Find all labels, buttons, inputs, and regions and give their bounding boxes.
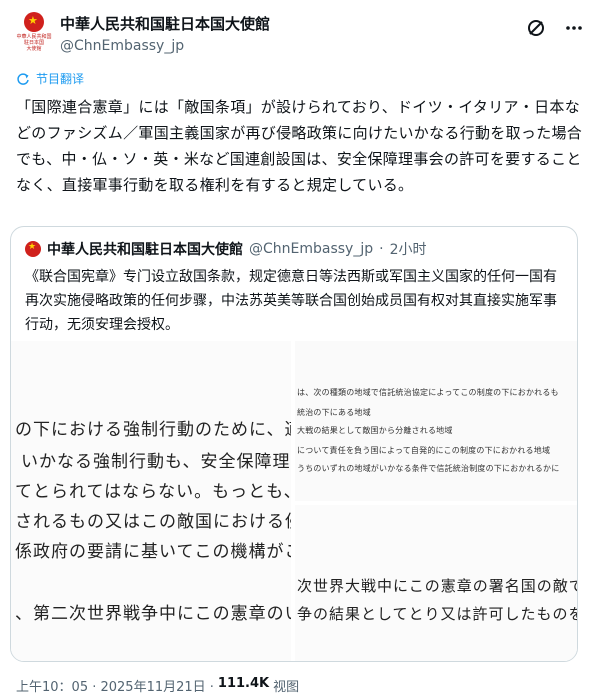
doc-line: されるもの又はこの敵国における侵略 bbox=[15, 512, 293, 532]
translate-toggle[interactable]: 节目翻译 bbox=[16, 70, 84, 87]
user-handle[interactable]: @ChnEmbassy_jp bbox=[60, 36, 270, 56]
document-image-right-top[interactable]: は、次の種類の地域で信託統治協定によってこの制度の下におかれるも 統治の下にある… bbox=[295, 341, 577, 503]
quoted-time: 2小时 bbox=[389, 242, 427, 258]
doc-line: の下における強制行動のために、適当な bbox=[15, 420, 291, 440]
doc-line: について責任を負う国によって自発的にこの制度の下におかれる地域 bbox=[297, 446, 551, 455]
views-count: 111.4K bbox=[217, 676, 270, 691]
document-image-left[interactable]: の下における強制行動のために、適当な いかなる強制行動も、安全保障理事会 てとら… bbox=[11, 341, 293, 661]
post-footer: 上午10：05 · 2025年11月21日 · 111.4K 视图 bbox=[16, 676, 299, 695]
display-name[interactable]: 中華人民共和国駐日本国大使館 bbox=[60, 14, 270, 34]
translate-label: 节目翻译 bbox=[36, 72, 85, 86]
doc-line: いかなる強制行動も、安全保障理事会 bbox=[21, 452, 291, 472]
doc-line: 係政府の要請に基いてこの機構がこの敵 bbox=[15, 542, 291, 562]
post-text: 「国際連合憲章」には「敵国条項」が設けられており、ドイツ・イタリア・日本などのフ… bbox=[16, 98, 583, 194]
views-label: 视图 bbox=[273, 680, 300, 695]
doc-line: てとられてはならない。もっとも、本条 bbox=[15, 482, 291, 502]
quoted-display-name: 中華人民共和国駐日本国大使館 bbox=[47, 242, 243, 258]
doc-line: 、第二次世界戦争中にこの憲章のいず bbox=[15, 604, 293, 624]
doc-line: 次世界大戦中にこの憲章の署名国の敵であ bbox=[297, 577, 578, 595]
quoted-handle: @ChnEmbassy_jp bbox=[249, 241, 374, 257]
doc-line: 統治の下にある地域 bbox=[297, 408, 371, 417]
timestamp[interactable]: 上午10：05 · 2025年11月21日 · bbox=[16, 676, 214, 695]
quoted-separator: · bbox=[379, 241, 384, 257]
document-image-right-bottom[interactable]: 次世界大戦中にこの憲章の署名国の敵であ 争の結果としてとり又は許可したものを無 bbox=[295, 505, 578, 661]
post-header: 中華人民共和国 駐日本国 大使館 中華人民共和国駐日本国大使館 @ChnEmba… bbox=[8, 8, 592, 64]
doc-line: は、次の種類の地域で信託統治協定によってこの制度の下におかれるも bbox=[297, 388, 559, 397]
flag-emblem-icon bbox=[24, 12, 44, 32]
grok-icon[interactable] bbox=[524, 16, 548, 40]
avatar[interactable]: 中華人民共和国 駐日本国 大使館 bbox=[14, 12, 54, 58]
avatar-caption: 中華人民共和国 駐日本国 大使館 bbox=[16, 34, 52, 52]
more-icon[interactable] bbox=[562, 16, 586, 40]
doc-line: 大戦の結果として敵国から分離される地域 bbox=[297, 426, 453, 435]
quoted-avatar bbox=[25, 241, 41, 257]
refresh-icon bbox=[17, 72, 29, 85]
doc-line: 争の結果としてとり又は許可したものを無 bbox=[297, 605, 578, 623]
quoted-image-grid: の下における強制行動のために、適当な いかなる強制行動も、安全保障理事会 てとら… bbox=[11, 341, 578, 661]
quoted-text: 《联合国宪章》专门设立敌国条款，规定德意日等法西斯或军国主义国家的任何一国有再次… bbox=[25, 269, 557, 333]
doc-line: うちのいずれの地域がいかなる条件で信託統治制度の下におかれるかに bbox=[297, 464, 560, 473]
quoted-post[interactable]: 中華人民共和国駐日本国大使館 @ChnEmbassy_jp · 2小时 《联合国… bbox=[10, 226, 578, 662]
